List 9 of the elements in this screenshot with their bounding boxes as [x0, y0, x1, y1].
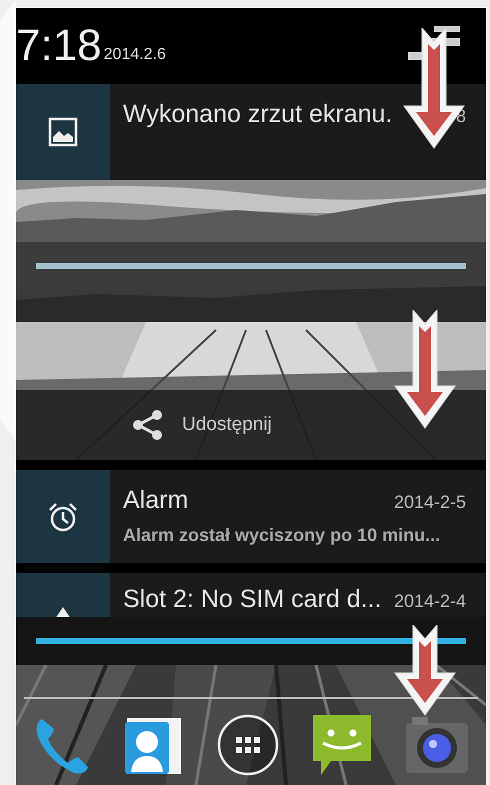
status-date: 2014.2.6 [104, 46, 166, 64]
notification-title: Slot 2: No SIM card d... [123, 585, 382, 614]
notification-text: Alarm został wyciszony po 10 minu... [123, 525, 442, 546]
clock-time: 7:18 [16, 24, 102, 68]
notification-time: 2014-2-4 [394, 591, 466, 612]
share-button[interactable]: Udostępnij [128, 405, 276, 445]
notification-time: 2014-2-5 [394, 492, 466, 513]
notification-title: Wykonano zrzut ekranu. [123, 100, 392, 129]
notification-title: Alarm [123, 486, 188, 515]
